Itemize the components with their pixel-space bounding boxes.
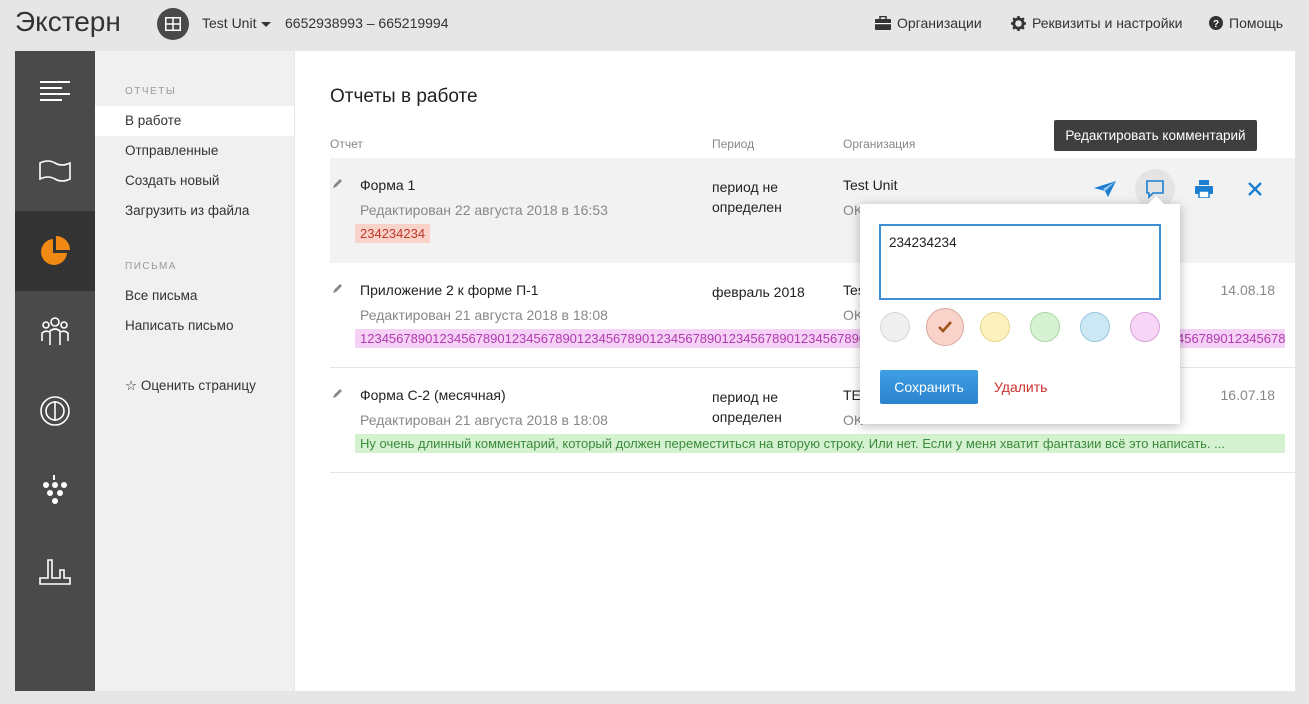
help-link-label: Помощь bbox=[1229, 15, 1284, 31]
flag-icon bbox=[39, 160, 71, 182]
send-button[interactable] bbox=[1085, 169, 1125, 209]
rail-item-employees[interactable] bbox=[15, 291, 95, 371]
svg-text:?: ? bbox=[1213, 19, 1219, 30]
rail-item-requirements[interactable] bbox=[15, 131, 95, 211]
color-swatch-yellow[interactable] bbox=[980, 312, 1010, 342]
report-date: 16.07.18 bbox=[1220, 387, 1276, 403]
target-icon bbox=[40, 396, 70, 426]
help-link[interactable]: ? Помощь bbox=[1209, 15, 1283, 31]
row-divider bbox=[330, 472, 1295, 473]
report-name[interactable]: Форма 1 bbox=[360, 177, 415, 193]
column-header-period: Период bbox=[712, 137, 755, 151]
color-swatch-blue[interactable] bbox=[1080, 312, 1110, 342]
settings-link[interactable]: Реквизиты и настройки bbox=[1011, 15, 1182, 31]
column-header-organization: Организация bbox=[843, 137, 916, 151]
subnav-item-all-letters[interactable]: Все письма bbox=[95, 281, 294, 311]
close-icon bbox=[1248, 182, 1262, 196]
factory-icon bbox=[39, 559, 71, 585]
subnav-item-sent[interactable]: Отправленные bbox=[95, 136, 294, 166]
report-period: февраль 2018 bbox=[712, 284, 805, 300]
organizations-link[interactable]: Организации bbox=[875, 15, 982, 31]
report-edited: Редактирован 21 августа 2018 в 18:08 bbox=[360, 307, 608, 323]
printer-icon bbox=[1195, 180, 1213, 198]
secondary-nav: ОТЧЕТЫ В работе Отправленные Создать нов… bbox=[95, 51, 294, 691]
save-button[interactable]: Сохранить bbox=[880, 370, 978, 404]
send-icon bbox=[1094, 181, 1116, 197]
main-nav-rail bbox=[15, 51, 95, 691]
comment-popup: 234234234 Сохранить Удалить bbox=[860, 196, 1180, 424]
subnav-item-upload-file[interactable]: Загрузить из файла bbox=[95, 196, 294, 226]
color-swatch-gray[interactable] bbox=[880, 312, 910, 342]
rail-item-menu[interactable] bbox=[15, 51, 95, 131]
organizations-link-label: Организации bbox=[897, 15, 982, 31]
org-inn-kpp: 6652938993 – 665219994 bbox=[285, 15, 449, 31]
report-period: период не определен bbox=[712, 389, 782, 425]
pie-chart-icon bbox=[41, 236, 70, 265]
rail-item-industry[interactable] bbox=[15, 531, 95, 611]
menu-list-icon bbox=[40, 81, 70, 101]
rate-page-link[interactable]: ☆ Оценить страницу bbox=[95, 371, 294, 401]
comment-textarea[interactable]: 234234234 bbox=[879, 224, 1161, 300]
report-edited: Редактирован 22 августа 2018 в 16:53 bbox=[360, 202, 608, 218]
report-organization: Test Unit bbox=[843, 177, 898, 193]
rail-item-checks[interactable] bbox=[15, 371, 95, 451]
subnav-item-write-letter[interactable]: Написать письмо bbox=[95, 311, 294, 341]
pencil-icon[interactable] bbox=[332, 387, 344, 399]
briefcase-icon bbox=[875, 16, 891, 30]
org-switcher[interactable]: Test Unit bbox=[202, 15, 272, 31]
page-title: Отчеты в работе bbox=[330, 86, 478, 107]
reports-section-title: ОТЧЕТЫ bbox=[125, 86, 177, 97]
color-swatch-red[interactable] bbox=[926, 308, 964, 346]
report-period: период не определен bbox=[712, 179, 782, 215]
chevron-down-icon bbox=[261, 21, 272, 27]
rail-item-reports[interactable] bbox=[15, 211, 95, 291]
delete-report-button[interactable] bbox=[1235, 169, 1275, 209]
report-comment[interactable]: Ну очень длинный комментарий, который до… bbox=[355, 434, 1285, 453]
gear-icon bbox=[1011, 15, 1026, 31]
subnav-item-in-work[interactable]: В работе bbox=[95, 106, 294, 136]
report-name[interactable]: Приложение 2 к форме П-1 bbox=[360, 282, 539, 298]
pencil-icon[interactable] bbox=[332, 177, 344, 189]
rail-item-services[interactable] bbox=[15, 451, 95, 531]
top-bar: Экстерн Test Unit 6652938993 – 665219994… bbox=[0, 0, 1309, 50]
subnav-item-create-new[interactable]: Создать новый bbox=[95, 166, 294, 196]
help-icon: ? bbox=[1209, 16, 1223, 30]
people-icon bbox=[41, 317, 69, 345]
color-swatch-green[interactable] bbox=[1030, 312, 1060, 342]
column-header-report: Отчет bbox=[330, 137, 363, 151]
color-swatch-pink[interactable] bbox=[1130, 312, 1160, 342]
organization-icon[interactable] bbox=[157, 8, 189, 40]
delete-comment-link[interactable]: Удалить bbox=[994, 379, 1047, 395]
report-name[interactable]: Форма С-2 (месячная) bbox=[360, 387, 506, 403]
report-date: 14.08.18 bbox=[1220, 282, 1276, 298]
app-logo[interactable]: Экстерн bbox=[15, 6, 121, 38]
pencil-icon[interactable] bbox=[332, 282, 344, 294]
popup-arrow bbox=[1148, 196, 1164, 204]
print-button[interactable] bbox=[1184, 169, 1224, 209]
checkmark-icon bbox=[938, 321, 952, 333]
settings-link-label: Реквизиты и настройки bbox=[1032, 15, 1183, 31]
report-comment[interactable]: 234234234 bbox=[355, 224, 431, 243]
grapes-icon bbox=[43, 475, 67, 504]
letters-section-title: ПИСЬМА bbox=[125, 261, 177, 272]
report-edited: Редактирован 21 августа 2018 в 18:08 bbox=[360, 412, 608, 428]
org-switcher-label: Test Unit bbox=[202, 15, 257, 31]
edit-comment-tooltip: Редактировать комментарий bbox=[1054, 120, 1257, 151]
